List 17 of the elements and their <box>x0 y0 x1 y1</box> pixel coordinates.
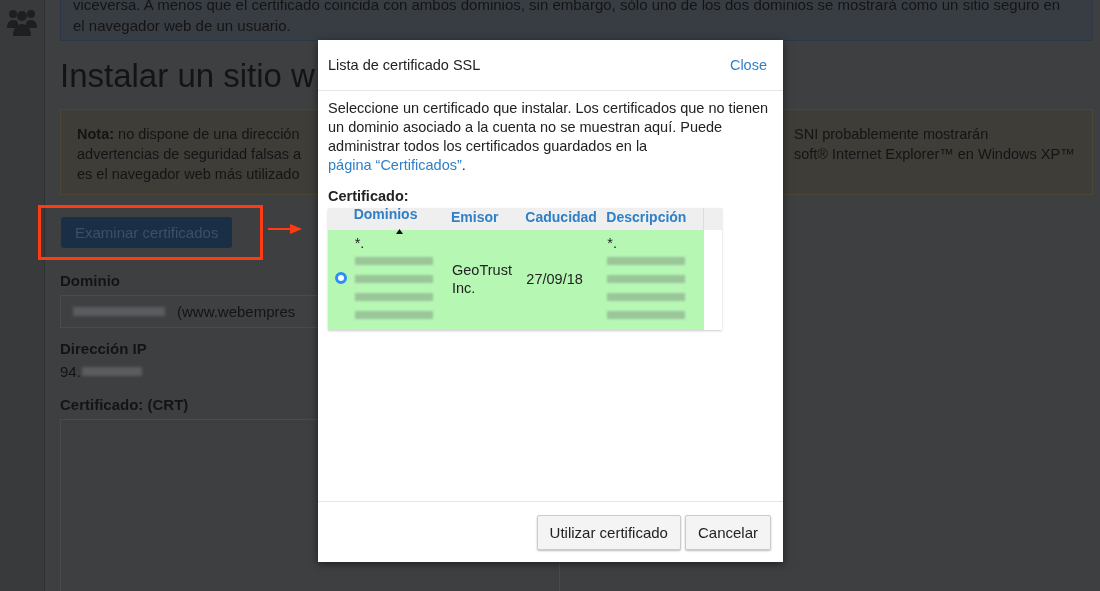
table-cell-text: *. <box>607 234 618 252</box>
table-cell-text: *. <box>354 234 366 252</box>
column-header[interactable]: Caducidad <box>523 208 605 230</box>
dialog-description: Seleccione un certificado que instalar. Los certificados que no tienen un dominio asociado a la cuenta no se muestran aquí. Puede administrar todos los certificados guardados en la página “Certificados”. <box>328 99 770 175</box>
dialog-title: Lista de certificado SSL <box>328 57 481 73</box>
certificates-page-link[interactable]: página “Certificados” <box>328 157 462 173</box>
radio-button[interactable] <box>335 272 347 284</box>
arrow-icon <box>268 224 303 234</box>
column-header[interactable]: Descripción <box>604 208 704 230</box>
table-cell-text: GeoTrust Inc. <box>452 261 513 297</box>
use-certificate-button[interactable]: Utilizar certificado <box>536 514 681 550</box>
blurred-text <box>81 367 142 376</box>
table-label: Certificado: <box>328 187 410 206</box>
table-cell-text: 27/09/18 <box>526 270 584 288</box>
column-header[interactable]: Emisor <box>449 208 524 230</box>
close-link[interactable]: Close <box>729 57 767 73</box>
cancel-button[interactable]: Cancelar <box>684 514 771 550</box>
